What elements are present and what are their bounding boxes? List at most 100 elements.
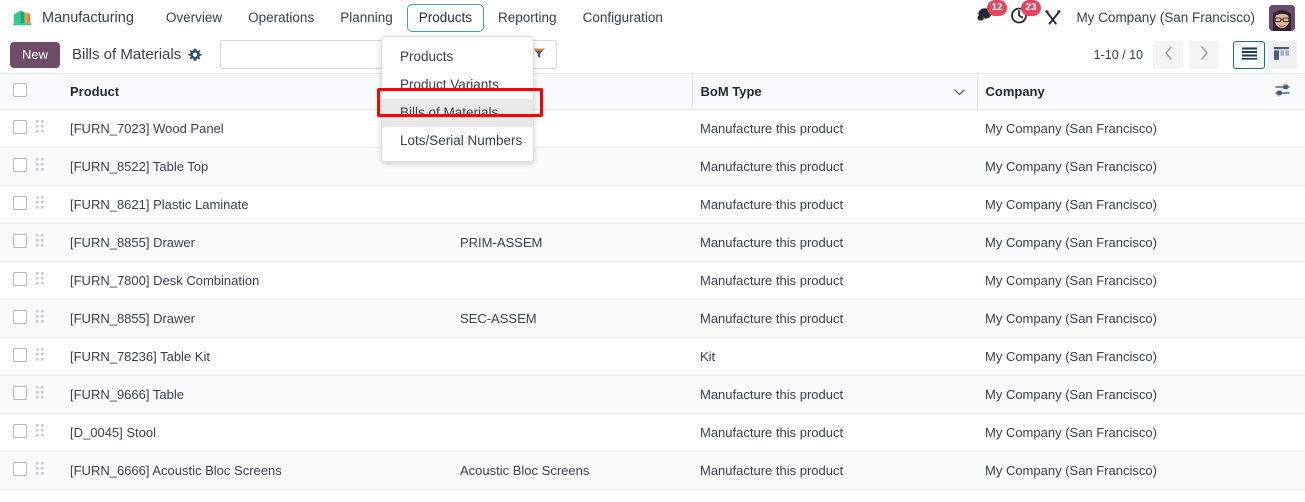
drag-handle-icon[interactable]	[36, 158, 46, 172]
cell-company: My Company (San Francisco)	[977, 223, 1267, 262]
cell-product: [FURN_8855] Drawer	[62, 223, 452, 262]
drag-handle-icon[interactable]	[36, 234, 46, 248]
table-row[interactable]: [FURN_8855] Drawer PRIM-ASSEM Manufacture …	[0, 223, 1305, 262]
table-header-row: Product BoM Type Company	[0, 74, 1305, 110]
drag-handle-icon[interactable]	[36, 196, 46, 210]
pager-next-button[interactable]	[1189, 40, 1219, 69]
row-checkbox[interactable]	[13, 196, 27, 210]
drag-handle-icon[interactable]	[36, 386, 46, 400]
column-header-bom-type[interactable]: BoM Type	[691, 74, 977, 110]
table-row[interactable]: [FURN_8855] Drawer SEC-ASSEM Manufacture t…	[0, 299, 1305, 338]
messages-button[interactable]: 12	[976, 0, 1007, 29]
row-checkbox[interactable]	[13, 234, 27, 248]
kanban-view-button[interactable]	[1265, 40, 1297, 69]
app-brand[interactable]: Manufacturing	[8, 7, 140, 29]
pager-previous-button[interactable]	[1153, 40, 1183, 69]
menu-item-configuration[interactable]: Configuration	[571, 4, 675, 32]
column-header-company[interactable]: Company	[976, 74, 1267, 110]
row-select-cell	[0, 451, 36, 490]
drag-handle-icon[interactable]	[36, 424, 46, 438]
list-view-icon	[1241, 47, 1257, 63]
company-menu[interactable]: My Company (San Francisco)	[1076, 10, 1255, 25]
menu-item-planning[interactable]: Planning	[328, 4, 405, 32]
products-dropdown-menu: Products Product Variants Bills of Mater…	[381, 36, 534, 162]
select-all-checkbox[interactable]	[13, 83, 27, 97]
cell-spacer	[1267, 261, 1305, 300]
cell-bom-type: Manufacture this product	[692, 299, 977, 338]
activities-button[interactable]: 23	[1010, 0, 1041, 30]
menu-item-reporting[interactable]: Reporting	[486, 4, 569, 32]
row-select-cell	[0, 261, 36, 300]
table-row[interactable]: [FURN_7800] Desk Combination Manufacture …	[0, 261, 1305, 300]
row-checkbox[interactable]	[13, 386, 27, 400]
menu-item-operations[interactable]: Operations	[236, 4, 326, 32]
cell-company: My Company (San Francisco)	[977, 337, 1267, 376]
row-checkbox[interactable]	[13, 272, 27, 286]
new-button[interactable]: New	[10, 41, 61, 68]
row-drag-cell	[36, 299, 62, 338]
row-select-cell	[0, 299, 36, 338]
column-settings-icon[interactable]	[1275, 83, 1290, 100]
row-checkbox[interactable]	[13, 310, 27, 324]
chevron-left-icon	[1164, 46, 1173, 63]
drag-handle-icon[interactable]	[36, 310, 46, 324]
crossed-tools-icon[interactable]	[1044, 9, 1062, 27]
row-drag-cell	[36, 223, 62, 262]
cell-reference	[452, 375, 692, 414]
row-checkbox[interactable]	[13, 424, 27, 438]
optional-columns-header[interactable]	[1267, 74, 1305, 110]
row-drag-cell	[36, 451, 62, 490]
cell-reference: PRIM-ASSEM	[452, 223, 692, 262]
cell-company: My Company (San Francisco)	[977, 109, 1267, 148]
row-checkbox[interactable]	[13, 158, 27, 172]
list-view-button[interactable]	[1233, 40, 1265, 69]
drag-handle-icon[interactable]	[36, 120, 46, 134]
cell-spacer	[1267, 413, 1305, 452]
cell-product: [FURN_6666] Acoustic Bloc Screens	[62, 451, 452, 490]
table-row[interactable]: [FURN_6666] Acoustic Bloc Screens Acousti…	[0, 451, 1305, 490]
menu-item-overview[interactable]: Overview	[154, 4, 234, 32]
cell-bom-type: Kit	[692, 337, 977, 376]
table-row[interactable]: [FURN_7023] Wood Panel Manufacture this p…	[0, 109, 1305, 148]
cell-reference	[452, 413, 692, 452]
messages-count-badge: 12	[987, 0, 1007, 16]
drag-handle-icon[interactable]	[36, 348, 46, 362]
table-row[interactable]: [FURN_9666] Table Manufacture this produc…	[0, 375, 1305, 414]
dropdown-item-products[interactable]: Products	[382, 43, 533, 71]
row-checkbox[interactable]	[13, 462, 27, 476]
menu-item-products[interactable]: Products	[406, 3, 485, 32]
row-select-cell	[0, 109, 36, 148]
cell-bom-type: Manufacture this product	[692, 147, 977, 186]
cell-bom-type: Manufacture this product	[692, 109, 977, 148]
cell-bom-type: Manufacture this product	[692, 261, 977, 300]
dropdown-item-bills-of-materials[interactable]: Bills of Materials	[382, 99, 533, 127]
app-brand-label: Manufacturing	[42, 9, 134, 26]
table-row[interactable]: [D_0045] Stool Manufacture this product My…	[0, 413, 1305, 452]
table-row[interactable]: [FURN_78236] Table Kit Kit My Company (San…	[0, 337, 1305, 376]
view-switcher	[1233, 40, 1297, 69]
gear-icon[interactable]	[188, 48, 202, 62]
table-row[interactable]: [FURN_8522] Table Top Manufacture this pr…	[0, 147, 1305, 186]
table-row[interactable]: [FURN_8621] Plastic Laminate Manufacture …	[0, 185, 1305, 224]
row-checkbox[interactable]	[13, 348, 27, 362]
pager-range: 1-10 / 10	[1093, 47, 1143, 62]
row-checkbox[interactable]	[13, 120, 27, 134]
handle-header	[36, 74, 62, 110]
row-drag-cell	[36, 261, 62, 300]
chevron-down-icon[interactable]	[953, 84, 969, 99]
dropdown-item-lots-serial-numbers[interactable]: Lots/Serial Numbers	[382, 127, 533, 155]
avatar[interactable]	[1269, 4, 1295, 31]
row-drag-cell	[36, 185, 62, 224]
drag-handle-icon[interactable]	[36, 462, 46, 476]
manufacturing-logo-icon	[12, 9, 34, 27]
drag-handle-icon[interactable]	[36, 272, 46, 286]
dropdown-item-product-variants[interactable]: Product Variants	[382, 71, 533, 99]
row-drag-cell	[36, 337, 62, 376]
row-drag-cell	[36, 109, 62, 148]
cell-product: [FURN_8855] Drawer	[62, 299, 452, 338]
cell-product: [FURN_9666] Table	[62, 375, 452, 414]
cell-reference	[452, 337, 692, 376]
cell-reference: Acoustic Bloc Screens	[452, 451, 692, 490]
table-body: [FURN_7023] Wood Panel Manufacture this p…	[0, 109, 1305, 490]
cell-reference	[452, 261, 692, 300]
